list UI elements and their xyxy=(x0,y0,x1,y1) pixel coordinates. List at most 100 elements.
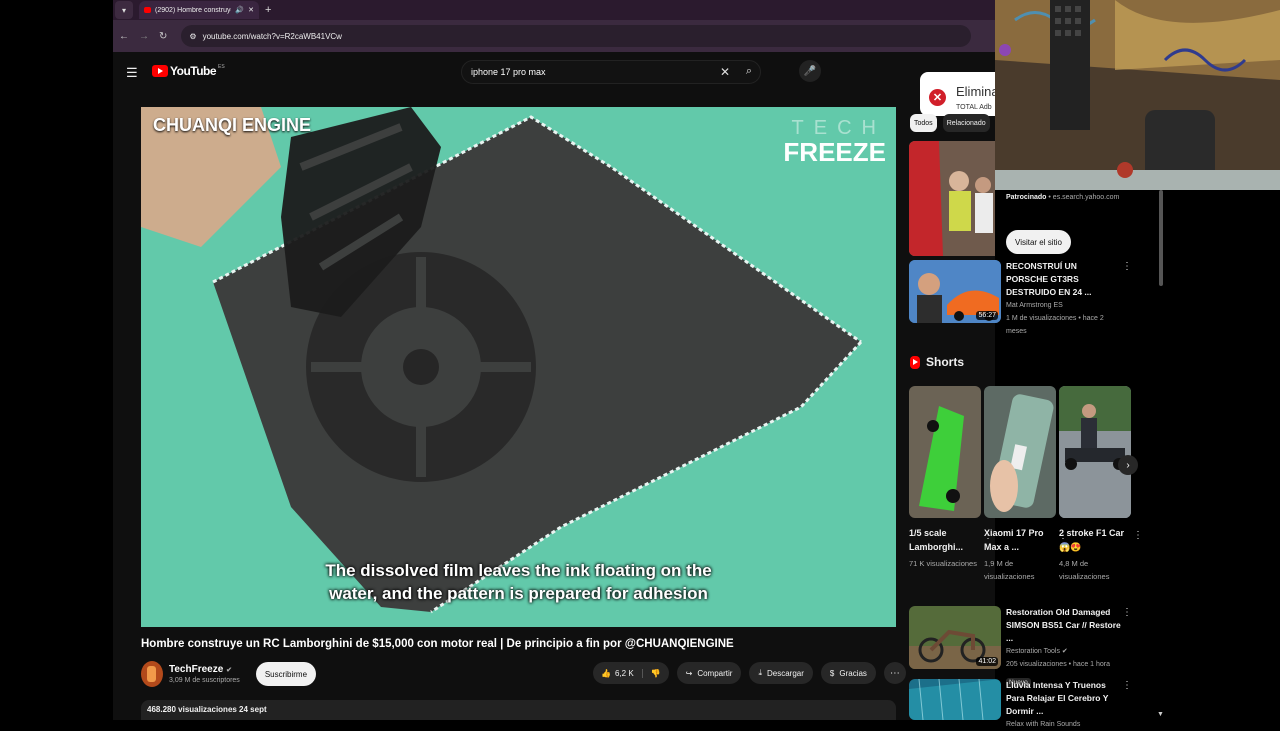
short-item[interactable]: Xiaomi 17 Pro Max a ... 1,9 M de visuali… xyxy=(984,386,1068,583)
thanks-button[interactable]: $ Gracias xyxy=(820,662,876,684)
more-icon[interactable]: ⋯ xyxy=(883,662,906,684)
ad-domain: es.search.yahoo.com xyxy=(1052,194,1120,201)
related-channel[interactable]: Restoration Tools ✔ xyxy=(1006,645,1121,658)
channel-row: TechFreeze ✔ 3,09 M de suscriptores Susc… xyxy=(141,660,317,688)
menu-icon[interactable]: ☰ xyxy=(126,65,138,81)
related-thumbnail[interactable]: 56:27 xyxy=(909,260,1001,323)
ad-card[interactable]: Patrocinado • es.search.yahoo.com xyxy=(1006,194,1156,201)
new-tab-button[interactable]: + xyxy=(265,4,271,16)
ad-thumbnail[interactable] xyxy=(909,141,995,256)
shorts-icon xyxy=(910,355,920,369)
related-channel[interactable]: Mat Armstrong ES xyxy=(1006,299,1121,312)
verified-icon: ✔ xyxy=(1061,648,1068,655)
related-video[interactable]: 41:02 Restoration Old Damaged SIMSON BS5… xyxy=(909,606,1121,689)
address-field[interactable]: ⚙ youtube.com/watch?v=R2caWB41VCw xyxy=(181,25,972,47)
webcam-overlay xyxy=(995,0,1280,190)
related-duration: 56:27 xyxy=(976,311,998,320)
thanks-label: Gracias xyxy=(839,668,867,678)
clear-search-icon[interactable]: ✕ xyxy=(720,65,730,79)
chip-all[interactable]: Todos xyxy=(910,114,937,132)
related-title[interactable]: Lluvia Intensa Y Truenos Para Relajar El… xyxy=(1006,679,1121,718)
error-icon: ✕ xyxy=(929,89,946,106)
webcam-image xyxy=(995,0,1280,190)
tab-search-icon[interactable]: ▾ xyxy=(115,1,133,19)
related-thumbnail[interactable]: 41:02 xyxy=(909,606,1001,669)
back-icon[interactable]: ← xyxy=(119,31,129,42)
related-title[interactable]: RECONSTRUÍ UN PORSCHE GT3RS DESTRUIDO EN… xyxy=(1006,260,1121,299)
share-label: Compartir xyxy=(697,668,733,678)
like-count: 6,2 K xyxy=(614,668,634,678)
adblock-toast[interactable]: ✕ Elimina TOTAL Adb xyxy=(920,72,995,116)
ad-image xyxy=(909,141,995,256)
share-button[interactable]: ↪ Compartir xyxy=(676,662,742,684)
dislike-button[interactable]: 👎 xyxy=(643,669,669,678)
tab-close-icon[interactable]: ✕ xyxy=(248,6,254,14)
related-title[interactable]: Restoration Old Damaged SIMSON BS51 Car … xyxy=(1006,606,1121,645)
related-video[interactable]: Lluvia Intensa Y Truenos Para Relajar El… xyxy=(909,679,1121,731)
short-thumbnail[interactable] xyxy=(1059,386,1131,518)
tab-title: (2902) Hombre construye u xyxy=(155,6,232,14)
reload-icon[interactable]: ↻ xyxy=(159,31,167,42)
video-actions: 👍 6,2 K 👎 ↪ Compartir ⤓ Descargar $ Gracias … xyxy=(593,662,906,684)
more-icon[interactable]: ⋮ xyxy=(1122,607,1132,618)
channel-name[interactable]: TechFreeze ✔ xyxy=(169,664,240,675)
share-icon: ↪ xyxy=(685,668,693,678)
sidebar-chips: Todos Relacionado xyxy=(910,114,990,132)
address-bar-row: ← → ↻ ⚙ youtube.com/watch?v=R2caWB41VCw xyxy=(113,20,995,52)
search-icon[interactable]: ⌕ xyxy=(746,65,752,78)
youtube-favicon-icon xyxy=(144,7,151,13)
watermark-right-top: TECH xyxy=(791,117,886,139)
youtube-header: ☰ YouTube ES iphone 17 pro max ✕ ⌕ 🎤 xyxy=(113,52,995,92)
related-info: Lluvia Intensa Y Truenos Para Relajar El… xyxy=(1006,679,1121,731)
toast-sub: TOTAL Adb xyxy=(956,104,992,111)
youtube-logo[interactable]: YouTube ES xyxy=(152,64,225,78)
short-title: 2 stroke F1 Car 😱😍 xyxy=(1059,528,1125,552)
browser-tab[interactable]: (2902) Hombre construye u 🔊 ✕ xyxy=(139,1,259,19)
short-item[interactable]: 2 stroke F1 Car 😱😍 4,8 M de visualizacio… xyxy=(1059,386,1143,583)
download-button[interactable]: ⤓ Descargar xyxy=(749,662,813,684)
channel-name-text[interactable]: TechFreeze xyxy=(169,664,223,675)
youtube-play-icon xyxy=(152,65,168,77)
related-meta: 205 visualizaciones • hace 1 hora xyxy=(1006,661,1111,668)
thanks-icon: $ xyxy=(829,668,835,678)
search-value: iphone 17 pro max xyxy=(471,67,546,77)
rain-thumb-image xyxy=(909,679,1001,720)
more-icon[interactable]: ⋮ xyxy=(1122,680,1132,691)
ad-meta: Patrocinado • es.search.yahoo.com xyxy=(1006,194,1120,201)
forward-icon[interactable]: → xyxy=(139,31,149,42)
scroll-down-icon[interactable]: ▼ xyxy=(1157,711,1164,718)
chip-related[interactable]: Relacionado xyxy=(942,114,990,132)
short-item[interactable]: 1/5 scale Lamborghi... 71 K visualizacio… xyxy=(909,386,993,570)
speaker-icon[interactable]: 🔊 xyxy=(235,6,244,14)
scrollbar-thumb[interactable] xyxy=(1159,190,1163,286)
related-info: Restoration Old Damaged SIMSON BS51 Car … xyxy=(1006,606,1121,689)
sidebar-scrollbar[interactable]: ▼ xyxy=(1157,190,1165,720)
site-info-icon[interactable]: ⚙ xyxy=(189,32,196,41)
channel-subscribers: 3,09 M de suscriptores xyxy=(169,677,240,684)
download-icon: ⤓ xyxy=(758,668,762,677)
channel-info: TechFreeze ✔ 3,09 M de suscriptores xyxy=(169,664,240,684)
related-thumbnail[interactable] xyxy=(909,679,1001,720)
video-player[interactable]: CHUANQI ENGINE TECH FREEZE The dissolved… xyxy=(141,107,896,627)
verified-icon: ✔ xyxy=(226,667,232,674)
description-box[interactable]: 468.280 visualizaciones 24 sept xyxy=(141,700,896,720)
watermark-right: TECH FREEZE xyxy=(783,117,886,165)
ad-visit-button[interactable]: Visitar el sitio xyxy=(1006,230,1071,254)
shorts-next-icon[interactable]: › xyxy=(1118,455,1138,475)
url-text: youtube.com/watch?v=R2caWB41VCw xyxy=(202,31,342,41)
short-thumbnail[interactable] xyxy=(984,386,1056,518)
mic-icon[interactable]: 🎤 xyxy=(799,60,821,82)
short-thumbnail[interactable] xyxy=(909,386,981,518)
subscribe-button[interactable]: Suscribirme xyxy=(255,662,317,686)
short-title: 1/5 scale Lamborghi... xyxy=(909,528,963,552)
related-video-top[interactable]: 56:27 RECONSTRUÍ UN PORSCHE GT3RS DESTRU… xyxy=(909,260,1121,338)
channel-avatar[interactable] xyxy=(141,661,163,687)
like-button[interactable]: 👍 6,2 K xyxy=(593,668,643,678)
more-icon[interactable]: ⋮ xyxy=(1122,261,1132,272)
related-channel-text[interactable]: Restoration Tools xyxy=(1006,648,1060,655)
more-icon[interactable]: ⋮ xyxy=(1133,530,1143,541)
ad-sponsored: Patrocinado xyxy=(1006,194,1047,201)
shorts-header: Shorts xyxy=(910,355,964,369)
browser-window: ▾ (2902) Hombre construye u 🔊 ✕ + ← → ↻ … xyxy=(113,0,995,720)
search-input[interactable]: iphone 17 pro max ✕ ⌕ xyxy=(461,60,761,84)
